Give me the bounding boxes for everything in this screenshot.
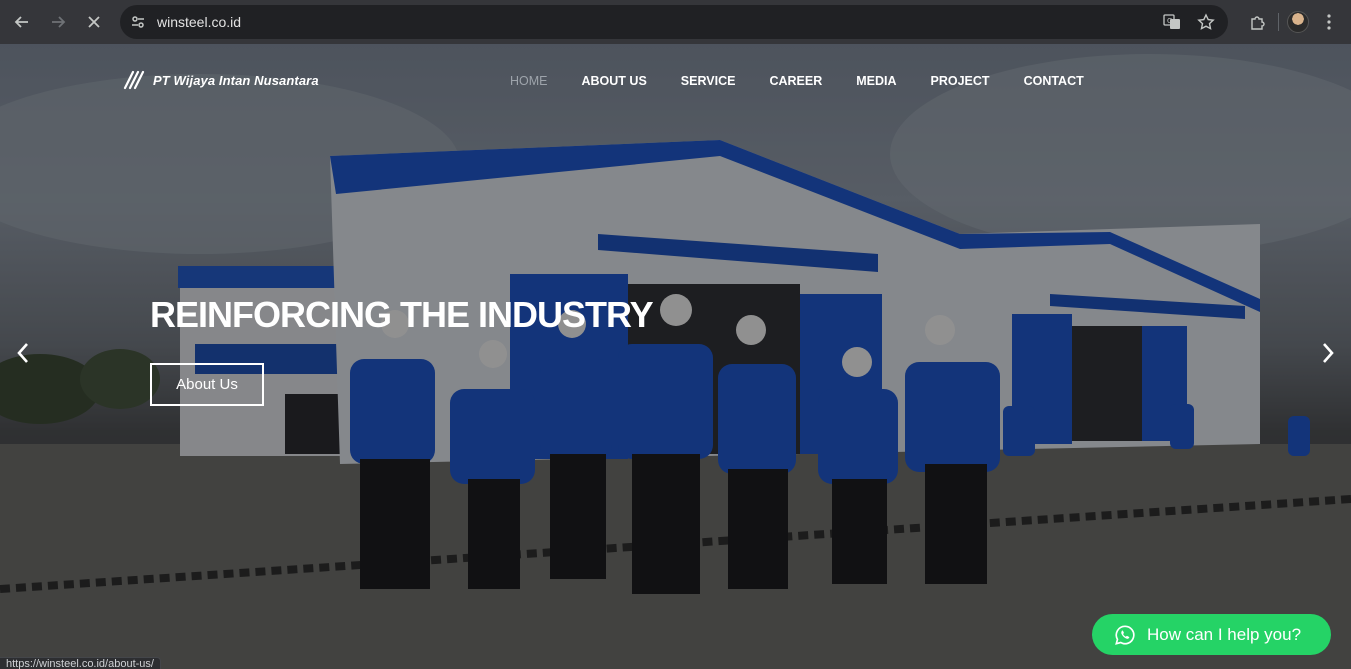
whatsapp-icon — [1115, 624, 1135, 645]
url-text[interactable]: winsteel.co.id — [157, 14, 241, 30]
whatsapp-label: How can I help you? — [1147, 624, 1302, 644]
hero-section: PT Wijaya Intan Nusantara HOME ABOUT US … — [0, 44, 1351, 669]
profile-avatar[interactable] — [1287, 11, 1309, 33]
carousel-prev-button[interactable] — [11, 338, 35, 368]
chevron-left-icon — [17, 343, 28, 363]
translate-button[interactable]: G — [1160, 10, 1184, 34]
site-logo[interactable]: PT Wijaya Intan Nusantara — [123, 68, 319, 92]
back-button[interactable] — [6, 6, 38, 38]
about-us-button[interactable]: About Us — [150, 363, 264, 406]
toolbar-divider — [1278, 13, 1279, 31]
hero-dark-overlay — [0, 44, 1351, 669]
nav-contact[interactable]: CONTACT — [1024, 74, 1084, 88]
close-icon — [88, 16, 100, 28]
more-vertical-icon — [1327, 14, 1331, 30]
address-bar[interactable]: winsteel.co.id G — [120, 5, 1228, 39]
star-icon — [1197, 13, 1215, 30]
nav-service[interactable]: SERVICE — [681, 74, 736, 88]
browser-toolbar: winsteel.co.id G — [0, 0, 1351, 44]
site-info-button[interactable] — [124, 8, 152, 36]
nav-career[interactable]: CAREER — [769, 74, 822, 88]
whatsapp-chat-button[interactable]: How can I help you? — [1092, 614, 1331, 655]
chevron-right-icon — [1323, 343, 1334, 363]
nav-about-us[interactable]: ABOUT US — [582, 74, 647, 88]
stop-loading-button[interactable] — [78, 6, 110, 38]
puzzle-icon — [1251, 16, 1265, 30]
arrow-right-icon — [52, 16, 66, 28]
main-navigation: HOME ABOUT US SERVICE CAREER MEDIA PROJE… — [510, 74, 1118, 88]
browser-menu-button[interactable] — [1317, 10, 1341, 34]
logo-text: PT Wijaya Intan Nusantara — [153, 72, 319, 88]
nav-media[interactable]: MEDIA — [856, 74, 896, 88]
hero-title: REINFORCING THE INDUSTRY — [150, 294, 654, 335]
arrow-left-icon — [14, 16, 28, 28]
nav-project[interactable]: PROJECT — [931, 74, 990, 88]
carousel-next-button[interactable] — [1316, 338, 1340, 368]
forward-button[interactable] — [42, 6, 74, 38]
extensions-button[interactable] — [1246, 10, 1270, 34]
nav-home[interactable]: HOME — [510, 74, 548, 88]
logo-mark-icon — [123, 70, 145, 90]
translate-icon: G — [1163, 14, 1180, 29]
tune-icon — [132, 16, 144, 28]
bookmark-button[interactable] — [1194, 10, 1218, 34]
status-link-preview: https://winsteel.co.id/about-us/ — [0, 657, 161, 669]
svg-text:G: G — [1167, 17, 1172, 25]
